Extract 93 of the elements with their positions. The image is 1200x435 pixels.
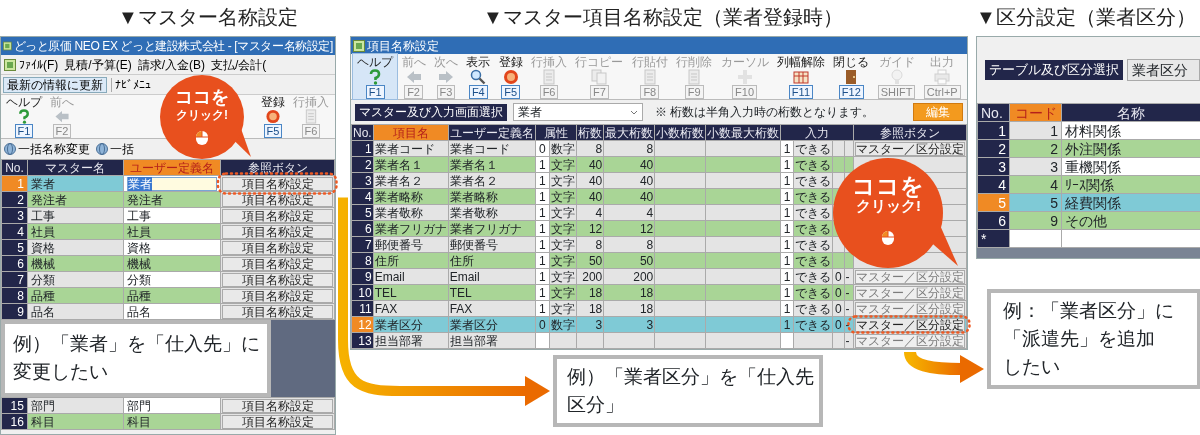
reference-button[interactable]: 項目名称設定 bbox=[222, 272, 333, 287]
example-note: 例：「業者区分」に 「派遣先」を追加 したい bbox=[987, 289, 1200, 389]
refresh-button[interactable]: 最新の情報に更新 bbox=[3, 76, 107, 93]
table-cell: 部門 bbox=[27, 397, 124, 414]
toolbar-button[interactable]: 閉じる F12 bbox=[829, 54, 874, 99]
column-header: 名称 bbox=[1061, 103, 1200, 122]
table-cell: 部門 bbox=[123, 397, 221, 414]
menu-item[interactable]: 見積/予算(E) bbox=[61, 57, 135, 72]
toolbar-button[interactable]: ヘルプ F1 bbox=[5, 95, 43, 138]
column-header: 小数最大桁数 bbox=[705, 124, 781, 141]
row-number: 15 bbox=[1, 397, 28, 414]
column-header: 項目名 bbox=[373, 124, 449, 141]
reference-button[interactable]: 項目名称設定 bbox=[222, 304, 333, 319]
column-header: 入力 bbox=[780, 124, 854, 141]
menu-item[interactable]: 支払/会計( bbox=[208, 57, 270, 72]
caret-icon bbox=[630, 109, 638, 115]
input-field[interactable]: 業者 bbox=[126, 176, 218, 191]
section-heading: ▼マスター項目名称設定（業者登録時） bbox=[482, 5, 844, 30]
column-header: ユーザー定義名 bbox=[123, 159, 221, 176]
bulk-action-button[interactable]: 一括 bbox=[93, 142, 137, 156]
field-label: テーブル及び区分選択 bbox=[985, 60, 1123, 80]
bubble-text: ココを クリック! bbox=[174, 87, 230, 124]
reference-button[interactable]: 項目名称設定 bbox=[222, 414, 333, 429]
example-note: 例）「業者」を「仕入先」に 変更したい bbox=[1, 320, 271, 397]
column-header: 桁数 bbox=[576, 124, 604, 141]
app-icon bbox=[3, 40, 12, 52]
column-header: 属性 bbox=[535, 124, 577, 141]
table-cell: - bbox=[844, 268, 854, 285]
table-cell: - bbox=[844, 316, 854, 333]
dropdown-field[interactable]: 業者 bbox=[513, 103, 643, 121]
left-arrow-icon bbox=[405, 68, 422, 85]
toolbar-button[interactable]: 表示 F4 bbox=[462, 54, 495, 99]
bulk-action-button[interactable]: 一括名称変更 bbox=[1, 142, 93, 156]
right-arrow-icon bbox=[437, 68, 454, 85]
column-header: マスター名 bbox=[27, 159, 124, 176]
example-note: 例）「業者区分」を「仕入先 区分」 bbox=[553, 355, 823, 427]
menu-tab[interactable]: ﾅﾋﾞﾒﾆｭ bbox=[111, 77, 154, 92]
app-icon bbox=[4, 58, 16, 71]
menu-item[interactable]: 請求/入金(B) bbox=[134, 57, 208, 72]
left-arrow-icon bbox=[54, 109, 70, 124]
column-header: No. bbox=[351, 124, 374, 141]
reference-button[interactable]: 項目名称設定 bbox=[222, 288, 333, 303]
dropdown-field[interactable]: 業者区分 bbox=[1127, 59, 1200, 81]
toolbar-button[interactable]: 列幅解除 F11 bbox=[772, 54, 830, 99]
bubble-text: ココを クリック! bbox=[851, 174, 926, 215]
document-icon bbox=[641, 68, 658, 85]
table-cell: - bbox=[844, 284, 854, 301]
reference-button[interactable]: 項目名称設定 bbox=[222, 224, 333, 239]
disc-icon bbox=[265, 109, 281, 124]
bulb-icon bbox=[888, 68, 905, 85]
help-icon bbox=[16, 109, 32, 124]
column-header: 最大桁数 bbox=[603, 124, 655, 141]
column-header: 参照ボタン bbox=[853, 124, 967, 141]
column-header: No. bbox=[977, 103, 1010, 122]
section-heading: ▼区分設定（業者区分） bbox=[976, 5, 1197, 30]
table-cell: - bbox=[844, 300, 854, 317]
window-title: どっと原価 NEO EX どっと建設株式会社 - [マスター名称設定] bbox=[13, 39, 333, 53]
reference-button[interactable]: マスター／区分設定 bbox=[854, 317, 965, 332]
column-header: コード bbox=[1009, 103, 1062, 122]
field-label: マスター及び入力画面選択 bbox=[355, 103, 507, 121]
table-cell: 0 bbox=[832, 316, 845, 333]
app-icon bbox=[353, 39, 365, 52]
table-cell: - bbox=[844, 332, 854, 349]
toolbar-button[interactable]: 登録 F5 bbox=[254, 95, 292, 138]
hint-text: ※ 桁数は半角入力時の桁数となります。 bbox=[655, 105, 875, 119]
window-title: 項目名称設定 bbox=[367, 38, 439, 53]
document-icon bbox=[303, 109, 319, 124]
reference-button[interactable]: 項目名称設定 bbox=[222, 240, 333, 255]
reference-button[interactable]: 項目名称設定 bbox=[222, 256, 333, 271]
copy-icon bbox=[591, 68, 608, 85]
cross-icon bbox=[736, 68, 753, 85]
reference-button[interactable]: 項目名称設定 bbox=[222, 398, 333, 413]
table-cell: 0 bbox=[832, 284, 845, 301]
toolbar-button[interactable]: 登録 F5 bbox=[494, 54, 527, 99]
reference-button[interactable]: 項目名称設定 bbox=[222, 176, 333, 191]
printer-icon bbox=[934, 68, 951, 85]
column-header: ユーザー定義名 bbox=[448, 124, 536, 141]
menu-item[interactable]: ﾌｧｲﾙ(F) bbox=[16, 57, 62, 72]
search-icon bbox=[470, 68, 487, 85]
section-heading: ▼マスター名称設定 bbox=[117, 5, 299, 30]
table-icon bbox=[792, 68, 809, 85]
document-icon bbox=[541, 68, 558, 85]
table-cell: 0 bbox=[832, 300, 845, 317]
reference-button[interactable]: マスター／区分設定 bbox=[854, 141, 965, 156]
globe-icon bbox=[96, 143, 108, 155]
disc-icon bbox=[502, 68, 519, 85]
globe-icon bbox=[4, 143, 16, 155]
column-header: No. bbox=[1, 159, 28, 176]
column-header: 小数桁数 bbox=[654, 124, 706, 141]
reference-button[interactable]: 項目名称設定 bbox=[222, 208, 333, 223]
table-cell: 0 bbox=[832, 268, 845, 285]
document-icon bbox=[686, 68, 703, 85]
toolbar-button[interactable]: ヘルプ F1 bbox=[353, 54, 398, 99]
